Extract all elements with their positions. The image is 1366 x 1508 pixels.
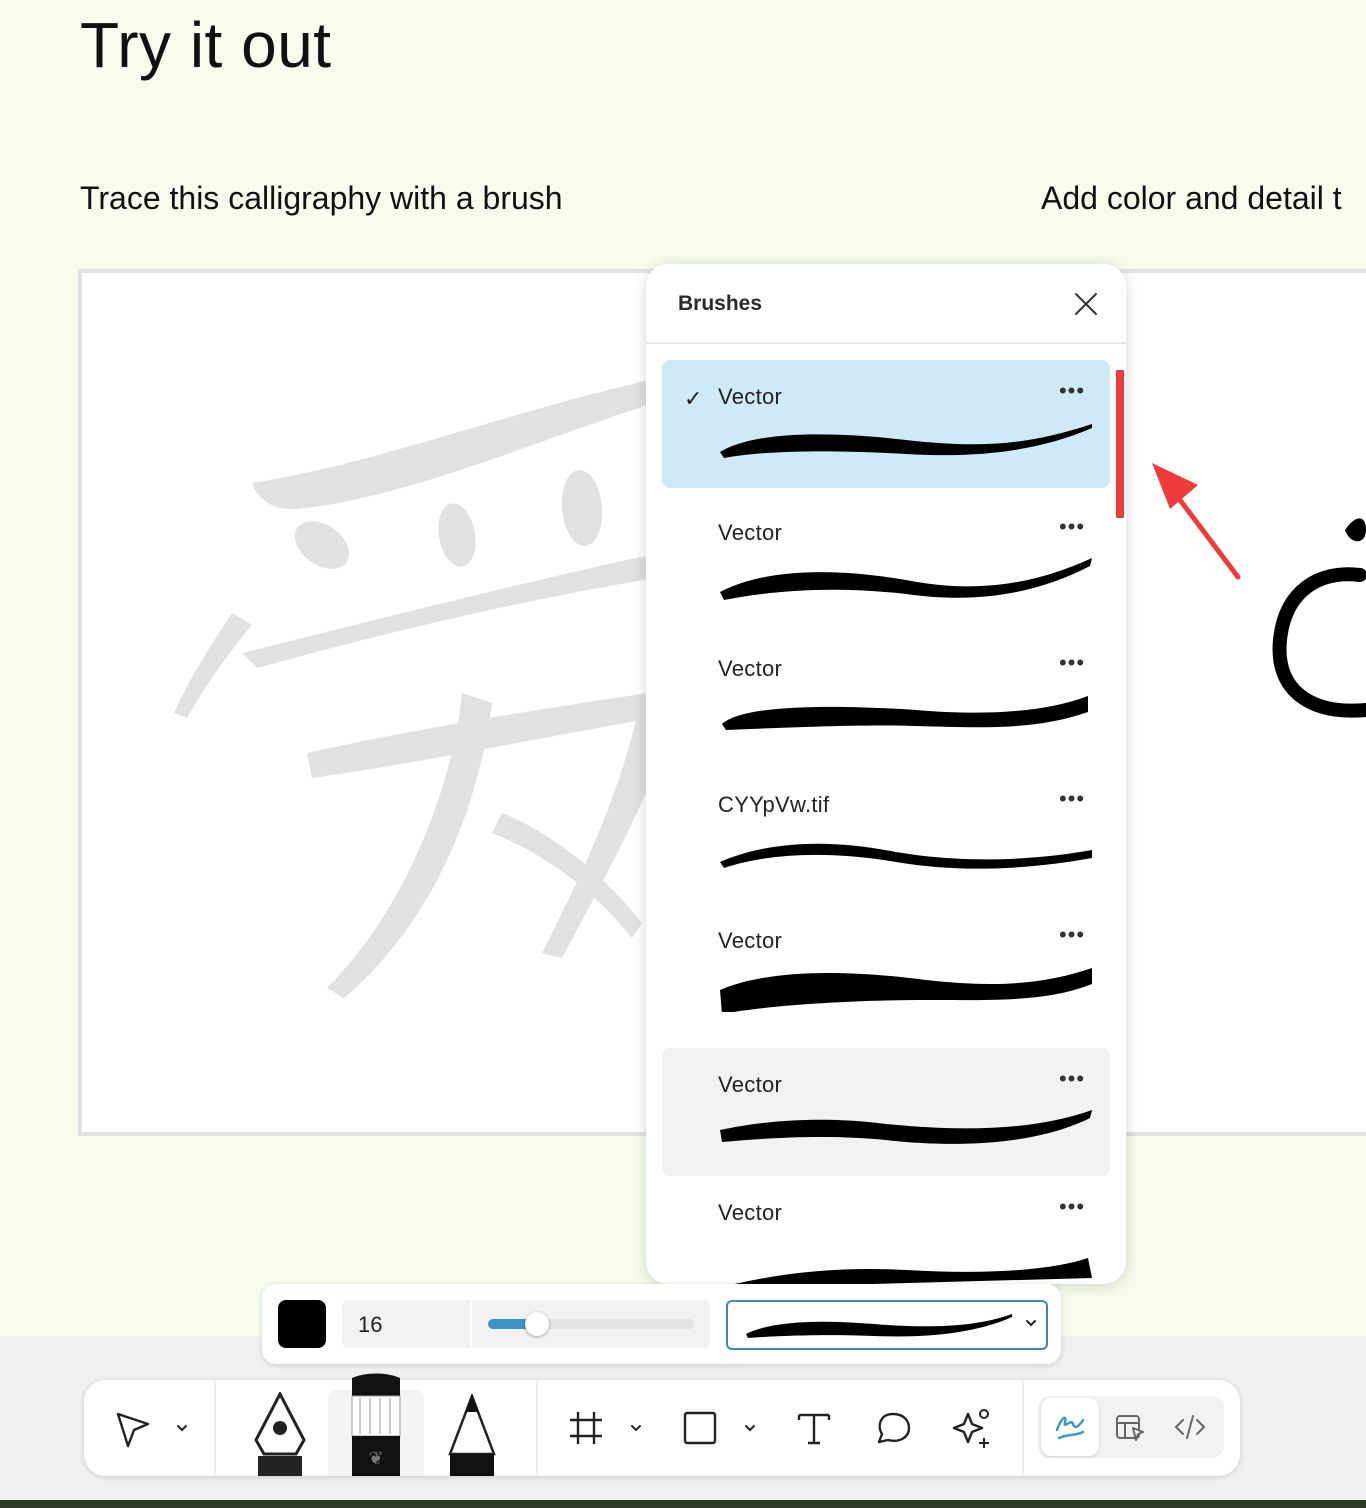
rectangle-icon[interactable]	[682, 1410, 718, 1446]
mode-switcher	[1038, 1396, 1224, 1458]
brush-size-slider[interactable]	[472, 1300, 710, 1348]
brush-stroke-preview	[720, 1110, 1092, 1144]
more-options-icon[interactable]: •••	[1052, 922, 1092, 947]
brush-name: Vector	[718, 520, 783, 545]
chevron-down-icon[interactable]	[628, 1420, 644, 1436]
brush-list[interactable]: ✓ Vector ••• Vector ••• Vector ••• CYYpV…	[646, 360, 1126, 1284]
more-options-icon[interactable]: •••	[1052, 1066, 1092, 1091]
design-mode-icon	[1116, 1415, 1144, 1441]
brush-stroke-preview	[720, 843, 1092, 869]
dev-mode-icon	[1174, 1415, 1206, 1439]
svg-text:❦: ❦	[368, 1448, 383, 1469]
brush-stroke-preview	[720, 558, 1092, 600]
toolbar-divider	[214, 1380, 216, 1476]
brush-stroke-preview	[720, 424, 1092, 458]
brush-stroke-preview	[734, 1258, 1092, 1284]
panel-header: Brushes	[646, 264, 1126, 344]
more-options-icon[interactable]: •••	[1052, 378, 1092, 403]
brush-name: Vector	[718, 1200, 783, 1225]
brush-name: Vector	[718, 928, 783, 953]
frame-icon[interactable]	[568, 1410, 604, 1446]
brush-item[interactable]: Vector •••	[662, 496, 1110, 624]
scrollbar-thumb[interactable]	[1116, 370, 1124, 518]
calligraphy-frame[interactable]	[78, 269, 718, 1136]
brushes-panel: Brushes ✓ Vector ••• Vector ••• Vector •…	[646, 264, 1126, 1284]
brush-stroke-preview	[722, 696, 1088, 730]
pen-tool-icon[interactable]	[250, 1392, 310, 1476]
ai-sparkle-icon[interactable]	[950, 1406, 994, 1450]
draw-mode-button[interactable]	[1041, 1398, 1099, 1456]
brush-type-dropdown[interactable]	[726, 1300, 1048, 1350]
more-options-icon[interactable]: •••	[1052, 514, 1092, 539]
page-title: Try it out	[80, 9, 332, 81]
brush-item[interactable]: Vector •••	[662, 904, 1110, 1032]
calligraphy-trace-image	[174, 373, 692, 998]
brush-item[interactable]: Vector •••	[662, 632, 1110, 760]
toolbar-divider	[536, 1380, 538, 1476]
more-options-icon[interactable]: •••	[1052, 1194, 1092, 1219]
brush-item[interactable]: Vector •••	[662, 1048, 1110, 1176]
brush-item[interactable]: ✓ Vector •••	[662, 360, 1110, 488]
stroke-color-swatch[interactable]	[278, 1300, 326, 1348]
text-icon[interactable]	[796, 1410, 832, 1446]
brush-item[interactable]: Vector •••	[662, 1176, 1110, 1284]
chevron-down-icon[interactable]	[174, 1420, 190, 1436]
brush-size-input[interactable]: 16	[342, 1300, 470, 1348]
section-heading-trace: Trace this calligraphy with a brush	[80, 180, 563, 216]
brush-name: Vector	[718, 1072, 783, 1097]
more-options-icon[interactable]: •••	[1052, 650, 1092, 675]
panel-title: Brushes	[678, 292, 763, 315]
brush-size-value: 16	[358, 1312, 383, 1337]
main-toolbar: ❦	[84, 1373, 1240, 1476]
brush-name: Vector	[718, 656, 783, 681]
bottom-edge	[0, 1500, 1366, 1508]
chevron-down-icon[interactable]	[742, 1420, 758, 1436]
close-icon[interactable]	[1072, 290, 1100, 318]
annotation-arrow-icon	[1152, 463, 1241, 580]
brush-letter-drawing	[1272, 518, 1366, 718]
section-heading-color: Add color and detail t	[1041, 180, 1342, 216]
selected-brush-preview	[746, 1314, 1012, 1338]
dev-mode-button[interactable]	[1161, 1398, 1219, 1456]
comment-icon[interactable]	[874, 1410, 912, 1446]
brush-stroke-preview	[720, 968, 1092, 1012]
design-mode-button[interactable]	[1101, 1398, 1159, 1456]
slider-handle[interactable]	[525, 1312, 550, 1336]
move-icon[interactable]	[114, 1410, 154, 1450]
brush-tool-icon[interactable]: ❦	[346, 1372, 406, 1476]
brush-name: CYYpVw.tif	[718, 792, 830, 817]
more-options-icon[interactable]: •••	[1052, 786, 1092, 811]
pencil-tool-icon[interactable]	[444, 1394, 500, 1476]
draw-mode-icon	[1055, 1416, 1085, 1440]
brush-name: Vector	[718, 384, 783, 409]
chevron-down-icon	[1026, 1320, 1036, 1327]
toolbar-divider	[1022, 1380, 1024, 1476]
brush-properties-bar: 16	[262, 1284, 1061, 1364]
checkmark-icon: ✓	[684, 386, 703, 411]
brush-item[interactable]: CYYpVw.tif •••	[662, 768, 1110, 896]
